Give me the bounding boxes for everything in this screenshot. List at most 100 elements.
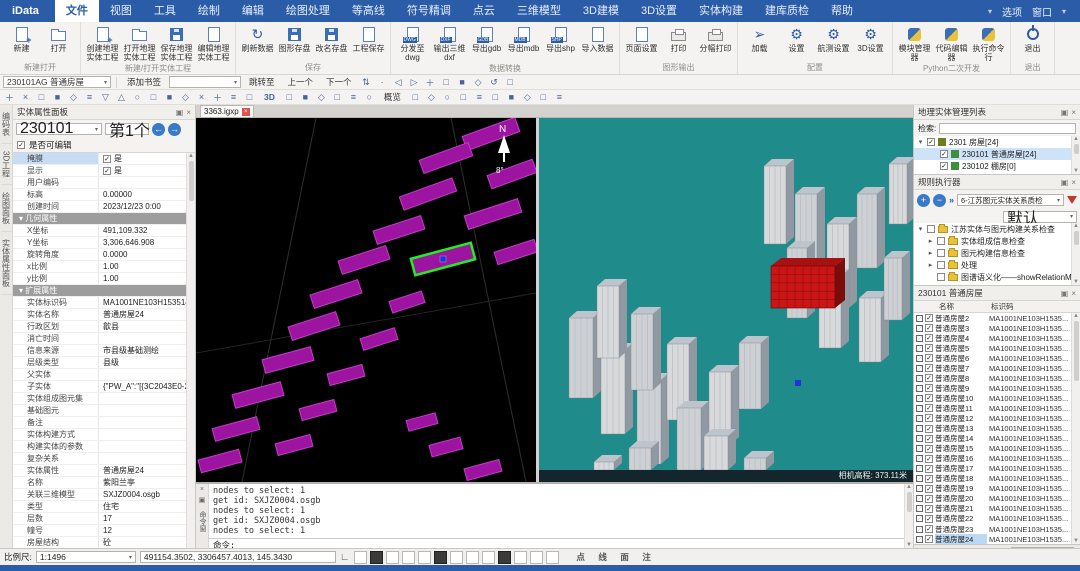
ribbon-button[interactable]: 改名存盘 — [313, 24, 350, 54]
checkbox-checked-icon[interactable]: ✓ — [925, 465, 933, 473]
ribbon-button[interactable]: +新建 — [3, 24, 40, 54]
entity-list-row[interactable]: ✓普通房屋11MA1001NE103H1535... — [914, 403, 1071, 413]
entity-list-row[interactable]: ✓普通房屋12MA1001NE103H1535... — [914, 413, 1071, 423]
toolbar-icon[interactable]: ≡ — [553, 91, 566, 103]
close-icon[interactable]: × — [1071, 178, 1076, 187]
property-row[interactable]: 掩膜✓是 — [13, 153, 186, 165]
left-dock-tab-2[interactable]: 绘图面板 — [1, 185, 12, 232]
checkbox-checked-icon[interactable]: ✓ — [925, 354, 933, 362]
ribbon-button[interactable]: 工程保存 — [350, 24, 387, 54]
toolbar-icon[interactable]: ○ — [131, 91, 144, 103]
checkbox-checked-icon[interactable]: ✓ — [103, 167, 111, 175]
status-toggle-icon[interactable] — [514, 551, 527, 564]
entity-list-row[interactable]: ✓普通房屋14MA1001NE103H1535... — [914, 434, 1071, 444]
snap-mode-button[interactable]: 点 — [571, 551, 591, 563]
status-toggle-icon[interactable] — [434, 551, 447, 564]
property-row[interactable]: 旋转角度0.0000 — [13, 249, 186, 261]
menu-item-3[interactable]: 绘制 — [187, 0, 231, 22]
close-icon[interactable]: × — [186, 108, 191, 117]
scene-3d-canvas[interactable] — [539, 118, 913, 470]
menu-item-2[interactable]: 工具 — [143, 0, 187, 22]
property-row[interactable]: 名称紫阳兰亭 — [13, 477, 186, 489]
layer-combo[interactable]: 230101AG 普通房屋▾ — [3, 76, 111, 88]
scrollbar[interactable]: ▲▼ — [186, 153, 195, 571]
dock-icon[interactable]: ▣ — [1061, 108, 1069, 117]
toolbar-icon[interactable]: △ — [115, 91, 128, 103]
toolbar-icon[interactable]: □ — [35, 91, 48, 103]
dock-icon[interactable]: ▣ — [1061, 289, 1069, 298]
checkbox-checked-icon[interactable]: ✓ — [925, 425, 933, 433]
checkbox-checked-icon[interactable]: ✓ — [925, 344, 933, 352]
entity-list-row[interactable]: ✓普通房屋18MA1001NE103H1535... — [914, 474, 1071, 484]
toolbar-icon[interactable]: □ — [331, 91, 344, 103]
goto-button[interactable]: 跳转至 — [244, 76, 280, 88]
entity-index-box[interactable]: 第1个 — [105, 123, 149, 135]
property-row[interactable]: X坐标491,109.332 — [13, 225, 186, 237]
menu-item-0[interactable]: 文件 — [55, 0, 99, 22]
left-dock-tab-0[interactable]: 编码表 — [1, 105, 12, 144]
toolbar-icon[interactable]: ○ — [441, 91, 454, 103]
checkbox-checked-icon[interactable]: ✓ — [925, 334, 933, 342]
property-row[interactable]: 类型住宅 — [13, 501, 186, 513]
toolbar-icon[interactable]: ◇ — [425, 91, 438, 103]
toolbar-icon[interactable]: ○ — [363, 91, 376, 103]
toolbar-icon[interactable]: ■ — [456, 76, 469, 88]
entity-code-combo[interactable]: 230101▾ — [16, 123, 102, 135]
toolbar-icon[interactable]: ▷ — [408, 76, 421, 88]
scene-3d-view[interactable]: 相机高程: 373.11米 — [539, 118, 913, 482]
property-row[interactable]: y比例1.00 — [13, 273, 186, 285]
ribbon-button[interactable]: 模块管理器 — [896, 24, 933, 63]
checkbox-icon[interactable] — [937, 273, 945, 281]
ribbon-button[interactable]: 代码编辑器 — [933, 24, 970, 63]
menu-item-5[interactable]: 绘图处理 — [275, 0, 341, 22]
toolbar-icon[interactable]: ＋ — [3, 91, 16, 103]
toolbar-icon[interactable]: ↺ — [488, 76, 501, 88]
search-input[interactable] — [939, 123, 1076, 134]
checkbox-checked-icon[interactable]: ✓ — [925, 455, 933, 463]
checkbox-checked-icon[interactable]: ✓ — [925, 314, 933, 322]
command-log[interactable]: nodes to select: 1get id: SXJZ0004.osgbn… — [209, 484, 904, 538]
property-row[interactable]: 实体标识码MA1001NE103H15351422... — [13, 297, 186, 309]
add-rule-button[interactable]: + — [917, 194, 930, 207]
checkbox-checked-icon[interactable]: ✓ — [925, 515, 933, 523]
ribbon-button[interactable]: 分幅打印 — [697, 24, 734, 54]
rule-tree-row[interactable]: ▸实体组成信息检查 — [914, 235, 1071, 247]
ribbon-button[interactable]: GDB导出gdb — [468, 24, 505, 54]
toolbar-icon[interactable]: □ — [504, 76, 517, 88]
checkbox-checked-icon[interactable]: ✓ — [925, 525, 933, 533]
toolbar-icon[interactable]: ＋ — [211, 91, 224, 103]
checkbox-checked-icon[interactable]: ✓ — [925, 364, 933, 372]
entity-list-row[interactable]: ✓普通房屋17MA1001NE103H1535... — [914, 464, 1071, 474]
checkbox-checked-icon[interactable]: ✓ — [925, 404, 933, 412]
property-row[interactable]: 创建时间2023/12/23 0:00 — [13, 201, 186, 213]
expander-icon[interactable]: ▸ — [927, 261, 934, 269]
ribbon-button[interactable]: 页面设置 — [623, 24, 660, 54]
map-2d-canvas[interactable]: N8° — [196, 118, 536, 482]
toolbar-icon[interactable]: ＋ — [424, 76, 437, 88]
checkbox-checked-icon[interactable]: ✓ — [925, 495, 933, 503]
menu-item-4[interactable]: 编辑 — [231, 0, 275, 22]
entity-list-row[interactable]: ✓普通房屋16MA1001NE103H1535... — [914, 454, 1071, 464]
menu-item-10[interactable]: 3D建模 — [572, 0, 630, 22]
bookmark-combo[interactable]: ▾ — [169, 76, 241, 88]
status-toggle-icon[interactable] — [386, 551, 399, 564]
property-row[interactable]: Y坐标3,306,646.908 — [13, 237, 186, 249]
rule-tree-row[interactable]: ▸处理 — [914, 259, 1071, 271]
checkbox-checked-icon[interactable]: ✓ — [925, 324, 933, 332]
toolbar-icon[interactable]: ≡ — [347, 91, 360, 103]
toolbar-icon[interactable]: □ — [243, 91, 256, 103]
toolbar-icon[interactable]: □ — [147, 91, 160, 103]
ribbon-button[interactable]: 打开地理实体工程 — [121, 24, 158, 63]
toolbar-icon[interactable]: ≡ — [473, 91, 486, 103]
toolbar-icon[interactable]: □ — [283, 91, 296, 103]
property-row[interactable]: 备注 — [13, 417, 186, 429]
checkbox-checked-icon[interactable]: ✓ — [103, 155, 111, 163]
entity-list-row[interactable]: ✓普通房屋3MA1001NE103H1535... — [914, 323, 1071, 333]
menu-item-9[interactable]: 三维模型 — [506, 0, 572, 22]
chevron-down-icon[interactable]: ▾ — [988, 7, 992, 16]
status-toggle-icon[interactable] — [482, 551, 495, 564]
toolbar-icon[interactable]: ◁ — [392, 76, 405, 88]
map-document-tab[interactable]: 3363.igxp × — [200, 105, 254, 117]
toolbar-icon[interactable]: ◇ — [472, 76, 485, 88]
rule-tree-row[interactable]: 图谱语义化——showRelationMap — [914, 271, 1071, 283]
